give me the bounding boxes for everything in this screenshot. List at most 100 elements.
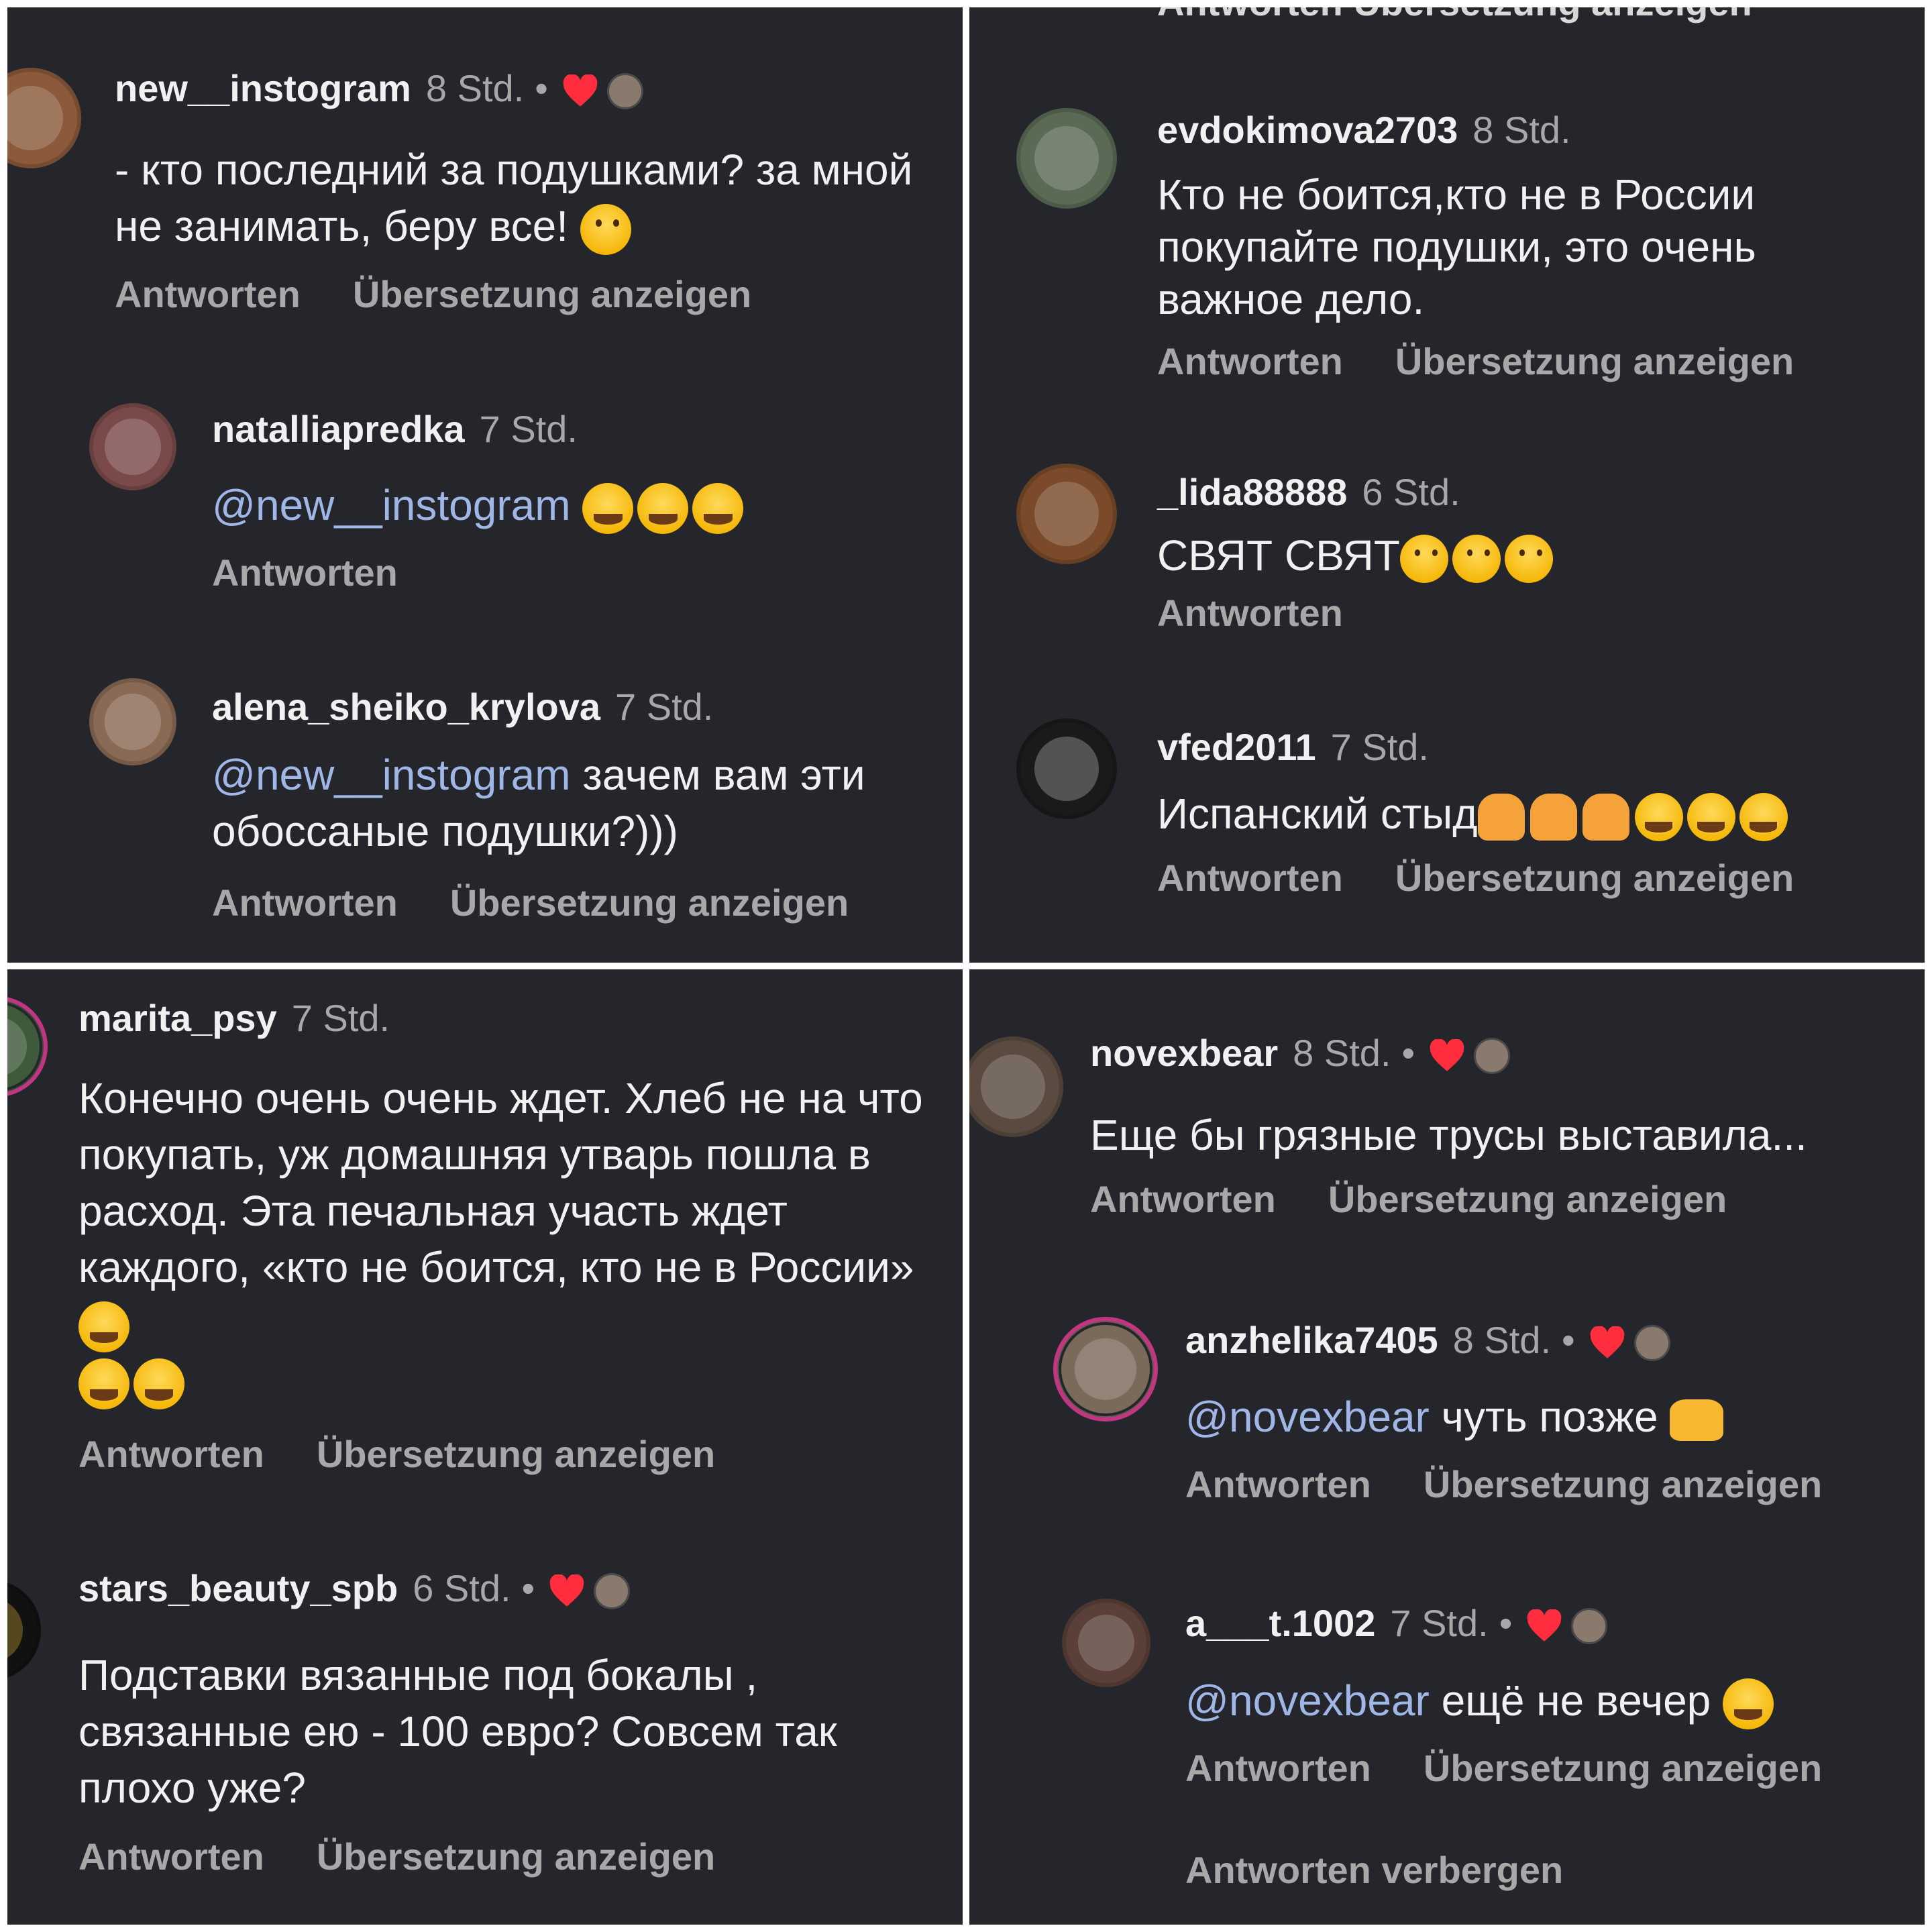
show-translation-button[interactable]: Übersetzung anzeigen [1395, 857, 1794, 899]
timestamp: 7 Std. [479, 408, 578, 450]
show-translation-button[interactable]: Übersetzung anzeigen [353, 273, 751, 315]
timestamp: 7 Std. [291, 997, 390, 1039]
timestamp: 8 Std. [425, 67, 525, 109]
reply-button[interactable]: Antworten [1157, 340, 1343, 382]
show-translation-button[interactable]: Übersetzung anzeigen [1424, 1463, 1822, 1505]
username[interactable]: evdokimova2703 [1157, 109, 1458, 151]
separator-dot: • [1401, 1032, 1415, 1074]
reply-button[interactable]: Antworten [1157, 857, 1343, 899]
hide-replies-button[interactable]: Antworten verbergen [1185, 1848, 1563, 1892]
avatar[interactable] [89, 403, 176, 490]
comment-header: anzhelika7405 8 Std. • [1185, 1318, 1670, 1362]
reply-button[interactable]: Antworten [1185, 1747, 1371, 1789]
comment-header: vfed2011 7 Std. [1157, 725, 1429, 769]
comment-text: Кто не боится,кто не в России покупайте … [1157, 168, 1855, 325]
show-translation-button[interactable]: Übersetzung anzeigen [450, 881, 849, 924]
comment-actions: Antworten Übersetzung anzeigen [1185, 1462, 1874, 1506]
separator-dot: • [1499, 1602, 1513, 1644]
face-with-tears-of-joy-icon [637, 483, 689, 535]
face-with-tears-of-joy-icon [1723, 1678, 1774, 1730]
mention-link[interactable]: @novexbear [1185, 1676, 1442, 1725]
avatar[interactable] [1053, 1317, 1158, 1421]
reply-button[interactable]: Antworten [1157, 592, 1343, 634]
comment-text: Еще бы грязные трусы выставила... [1090, 1107, 1915, 1163]
comment-header: _lida88888 6 Std. [1157, 470, 1460, 514]
mention-link[interactable]: @novexbear [1185, 1393, 1442, 1441]
reply-button[interactable]: Antworten [1090, 1178, 1276, 1220]
comment-header: stars_beauty_spb 6 Std. • [78, 1566, 631, 1610]
comment-header: marita_psy 7 Std. [78, 996, 390, 1040]
avatar[interactable] [89, 678, 176, 765]
comment-text-part: Конечно очень очень ждет. Хлеб не на что… [78, 1074, 923, 1291]
comment-actions: Antworten Übersetzung anzeigen [78, 1835, 767, 1878]
comment-text-part: ещё не вечер [1441, 1676, 1723, 1725]
comment-text: СВЯТ СВЯТ [1157, 527, 1895, 584]
face-with-tears-of-joy-icon [133, 1358, 184, 1410]
avatar[interactable] [7, 996, 48, 1097]
reply-button[interactable]: Antworten [212, 881, 398, 924]
timestamp: 8 Std. [1452, 1319, 1552, 1361]
avatar[interactable] [1016, 108, 1117, 209]
avatar[interactable] [969, 1036, 1063, 1137]
timestamp: 6 Std. [1362, 471, 1460, 513]
mention-link[interactable]: @new__instogram [212, 751, 582, 799]
reply-button[interactable]: Antworten [212, 551, 398, 594]
comment-text: @new__instogram [212, 477, 950, 535]
comment-natalliapredka: natalliapredka 7 Std. @new__instogram Ant… [7, 383, 963, 611]
username[interactable]: anzhelika7405 [1185, 1319, 1438, 1361]
facepalm-icon [1477, 794, 1525, 841]
avatar[interactable] [1062, 1599, 1150, 1687]
reply-button[interactable]: Antworten [78, 1835, 264, 1878]
timestamp: 7 Std. [615, 686, 714, 728]
mention-link[interactable]: @new__instogram [212, 481, 582, 529]
show-translation-button[interactable]: Übersetzung anzeigen [317, 1433, 715, 1475]
separator-dot: • [521, 1567, 535, 1609]
comment-text: - кто последний за подушками? за мной не… [115, 142, 920, 256]
timestamp: 8 Std. [1472, 109, 1571, 151]
comment-novexbear: novexbear 8 Std. • Еще бы грязные трусы вы… [969, 969, 1925, 1238]
heart-icon [1527, 1609, 1562, 1642]
avatar[interactable] [7, 1580, 41, 1680]
username[interactable]: alena_sheiko_krylova [212, 686, 600, 728]
timestamp: 8 Std. [1293, 1032, 1391, 1074]
face-with-rolling-eyes-icon [1399, 535, 1448, 584]
comment-actions: Antworten Übersetzung anzeigen [212, 881, 901, 924]
comment-alena-sheiko-krylova: alena_sheiko_krylova 7 Std. @new__instogr… [7, 665, 963, 960]
author-avatar-icon [606, 73, 643, 110]
avatar[interactable] [1016, 718, 1117, 819]
tired-face-icon [1504, 535, 1553, 584]
show-translation-button[interactable]: Übersetzung anzeigen [1424, 1747, 1822, 1789]
comment-text: Испанский стыд [1157, 786, 1922, 842]
comment-text: @novexbear чуть позже [1185, 1389, 1910, 1445]
username[interactable]: stars_beauty_spb [78, 1567, 398, 1609]
username[interactable]: vfed2011 [1157, 726, 1316, 768]
face-with-tears-of-joy-icon [582, 483, 634, 535]
reply-button[interactable]: Antworten [115, 273, 301, 315]
comment-header: novexbear 8 Std. • [1090, 1031, 1511, 1075]
show-translation-button[interactable]: Übersetzung anzeigen [1328, 1178, 1727, 1220]
username[interactable]: novexbear [1090, 1032, 1278, 1074]
comments-panel-3: marita_psy 7 Std. Конечно очень очень жде… [7, 969, 963, 1925]
comment-text: @new__instogram зачем вам эти обоссаные … [212, 747, 910, 859]
username[interactable]: new__instogram [115, 67, 411, 109]
comment-actions: Antworten [1157, 591, 1395, 635]
comment-lida88888: _lida88888 6 Std. СВЯТ СВЯТ Antworten [969, 450, 1925, 672]
separator-dot: • [535, 67, 548, 109]
comment-text: @novexbear ещё не вечер [1185, 1672, 1910, 1730]
avatar[interactable] [7, 68, 81, 168]
reply-button[interactable]: Antworten [1185, 1463, 1371, 1505]
comment-header: new__instogram 8 Std. • [115, 66, 643, 110]
username[interactable]: natalliapredka [212, 408, 465, 450]
username[interactable]: _lida88888 [1157, 471, 1347, 513]
comment-actions: Antworten Übersetzung anzeigen [115, 272, 804, 316]
show-translation-button[interactable]: Übersetzung anzeigen [317, 1835, 715, 1878]
comment-actions: Antworten [212, 551, 450, 594]
username[interactable]: marita_psy [78, 997, 277, 1039]
raised-hands-icon [1670, 1399, 1724, 1442]
reply-button[interactable]: Antworten [78, 1433, 264, 1475]
show-translation-button[interactable]: Übersetzung anzeigen [1395, 340, 1794, 382]
comment-text-part: Испанский стыд [1157, 790, 1478, 838]
username[interactable]: a___t.1002 [1185, 1602, 1375, 1644]
comment-text-part: чуть позже [1441, 1393, 1670, 1441]
avatar[interactable] [1016, 464, 1117, 564]
